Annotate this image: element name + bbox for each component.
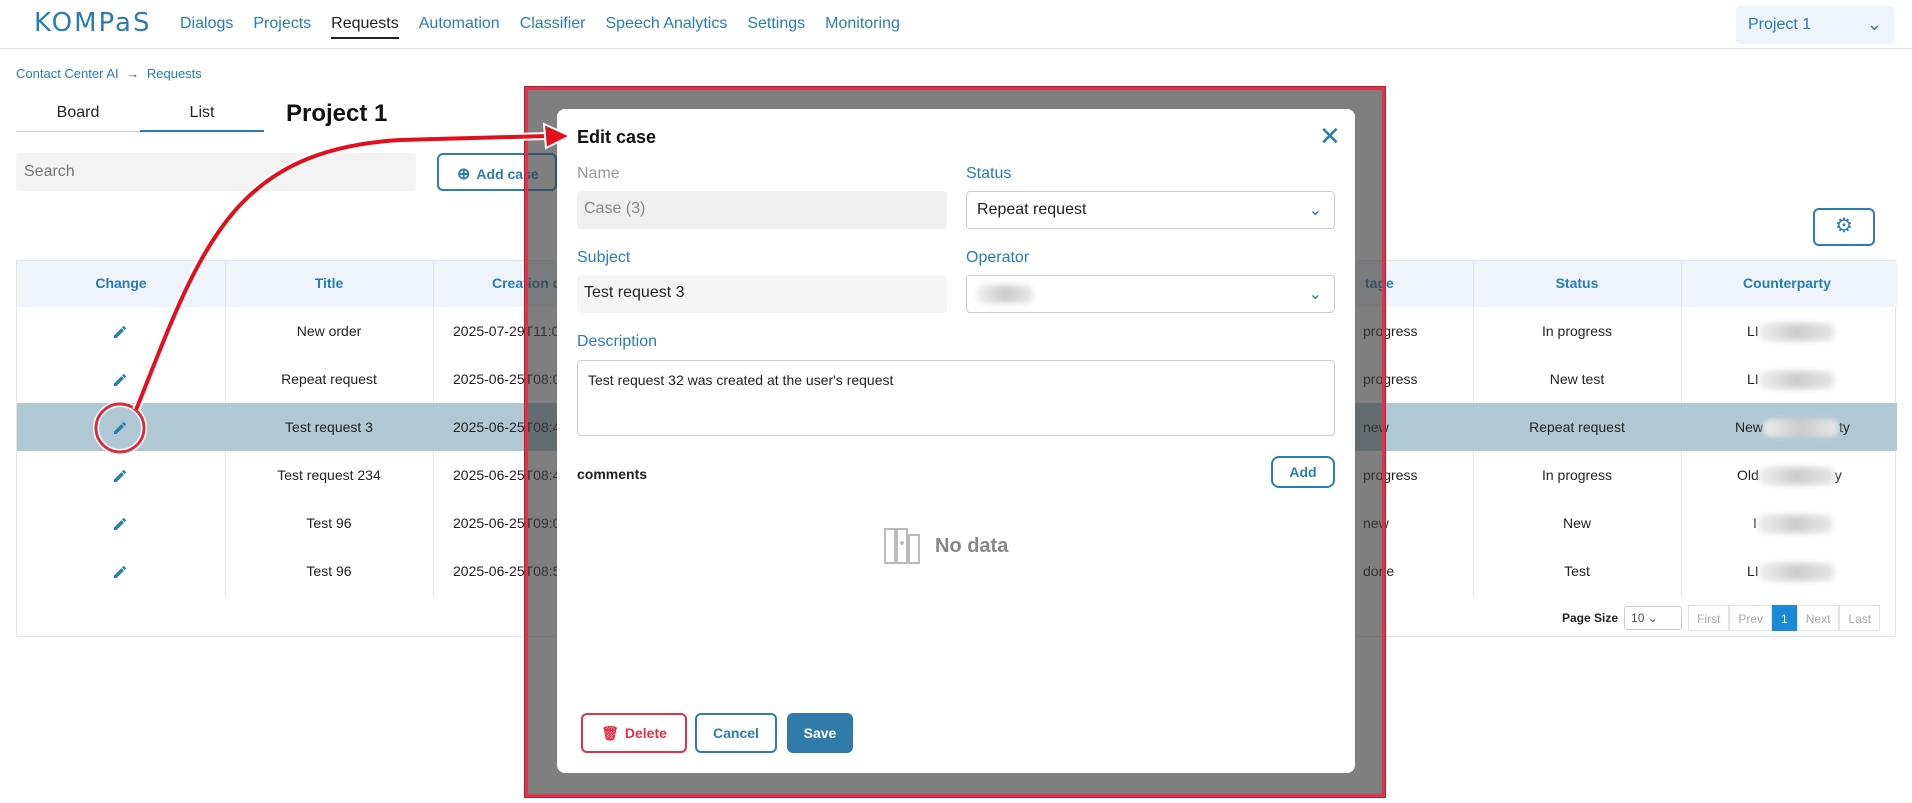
save-button[interactable]: Save	[787, 713, 853, 753]
col-change[interactable]: Change	[17, 275, 225, 291]
tab-board[interactable]: Board	[16, 100, 140, 132]
top-navigation-bar: KOMPaS Dialogs Projects Requests Automat…	[0, 0, 1912, 49]
col-title[interactable]: Title	[225, 275, 433, 291]
breadcrumb-arrow-icon: →	[126, 66, 140, 81]
add-comment-button[interactable]: Add	[1271, 456, 1335, 488]
prev-page-button[interactable]: Prev	[1729, 605, 1773, 631]
row-counterparty: LI	[1747, 371, 1847, 390]
nav-speech-analytics[interactable]: Speech Analytics	[605, 15, 727, 39]
chevron-down-icon: ⌄	[1308, 286, 1322, 303]
nav-settings[interactable]: Settings	[747, 15, 805, 39]
row-status: Repeat request	[1529, 419, 1625, 435]
gear-icon: ⚙	[1835, 215, 1853, 237]
nav-projects[interactable]: Projects	[253, 15, 311, 39]
pencil-icon[interactable]	[111, 417, 131, 437]
status-label: Status	[966, 165, 1012, 182]
breadcrumb-root[interactable]: Contact Center AI	[16, 66, 119, 81]
next-page-button[interactable]: Next	[1796, 605, 1840, 631]
description-textarea[interactable]: Test request 32 was created at the user'…	[577, 360, 1335, 436]
row-title: Test request 234	[277, 467, 381, 483]
nav-monitoring[interactable]: Monitoring	[825, 15, 900, 39]
operator-select[interactable]: ⌄	[966, 275, 1335, 313]
empty-box-icon	[884, 528, 920, 564]
subject-field[interactable]: Test request 3	[577, 275, 947, 313]
project-selector-value: Project 1	[1748, 16, 1812, 33]
pencil-icon[interactable]	[111, 561, 131, 581]
row-title: Test request 3	[285, 419, 373, 435]
row-status: In progress	[1541, 323, 1613, 339]
modal-title: Edit case	[577, 127, 657, 147]
row-counterparty: I	[1753, 515, 1853, 534]
nav-classifier[interactable]: Classifier	[520, 15, 586, 39]
row-counterparty: Old y	[1737, 467, 1877, 486]
kompas-logo[interactable]: KOMPaS	[34, 8, 151, 38]
pencil-icon[interactable]	[111, 369, 131, 389]
cancel-button[interactable]: Cancel	[695, 713, 777, 753]
row-counterparty: LI	[1747, 563, 1847, 582]
row-status: In progress	[1541, 467, 1613, 483]
breadcrumb: Contact Center AI → Requests	[16, 66, 202, 81]
subject-label: Subject	[577, 249, 631, 266]
page-size-select[interactable]: 10 ⌄	[1624, 606, 1683, 630]
row-status: Test	[1564, 563, 1590, 579]
name-field: Case (3)	[577, 191, 947, 229]
page-1-button[interactable]: 1	[1772, 605, 1797, 631]
table-settings-button[interactable]: ⚙	[1813, 208, 1875, 246]
no-data-text: No data	[935, 534, 1009, 557]
plus-circle-icon: ⊕	[457, 166, 471, 183]
view-tabs: Board List	[16, 100, 264, 132]
first-page-button[interactable]: First	[1688, 605, 1730, 631]
operator-value-redacted	[977, 285, 1033, 303]
nav-automation[interactable]: Automation	[419, 15, 500, 39]
row-counterparty: New ty	[1735, 419, 1875, 438]
row-title: Test 96	[306, 515, 352, 531]
nav-dialogs[interactable]: Dialogs	[180, 15, 233, 39]
edit-case-modal: Edit case ✕ Name Case (3) Status Repeat …	[557, 109, 1355, 773]
status-select-value: Repeat request	[977, 201, 1087, 218]
pencil-icon[interactable]	[111, 513, 131, 533]
pencil-icon[interactable]	[111, 465, 131, 485]
project-selector[interactable]: Project 1 ⌄	[1736, 6, 1894, 44]
comments-label: comments	[577, 466, 648, 482]
last-page-button[interactable]: Last	[1839, 605, 1881, 631]
status-select[interactable]: Repeat request ⌄	[966, 191, 1335, 229]
chevron-down-icon: ⌄	[1866, 14, 1882, 34]
page-title: Project 1	[286, 100, 388, 127]
main-nav: Dialogs Projects Requests Automation Cla…	[180, 15, 900, 39]
breadcrumb-current[interactable]: Requests	[147, 66, 202, 81]
page-size-label: Page Size	[1562, 611, 1619, 625]
delete-button[interactable]: 🗑 Delete	[581, 713, 687, 753]
tab-list[interactable]: List	[140, 100, 264, 132]
chevron-down-icon: ⌄	[1308, 202, 1322, 219]
empty-state: No data	[883, 527, 1008, 565]
col-status[interactable]: Status	[1473, 275, 1681, 291]
row-title: Test 96	[306, 563, 352, 579]
description-label: Description	[577, 333, 658, 350]
trash-icon: 🗑	[601, 725, 619, 741]
row-title: Repeat request	[281, 371, 377, 387]
operator-label: Operator	[966, 249, 1030, 266]
search-input[interactable]	[16, 153, 416, 191]
name-label: Name	[577, 165, 620, 182]
row-status: New test	[1549, 371, 1605, 387]
pagination: Page Size 10 ⌄ First Prev 1 Next Last	[1562, 605, 1881, 631]
row-status: New	[1562, 515, 1591, 531]
row-title: New order	[296, 323, 362, 339]
col-counterparty[interactable]: Counterparty	[1681, 275, 1893, 291]
close-icon[interactable]: ✕	[1319, 121, 1341, 152]
pencil-icon[interactable]	[111, 321, 131, 341]
nav-requests[interactable]: Requests	[331, 15, 399, 39]
row-counterparty: LI	[1747, 323, 1847, 342]
